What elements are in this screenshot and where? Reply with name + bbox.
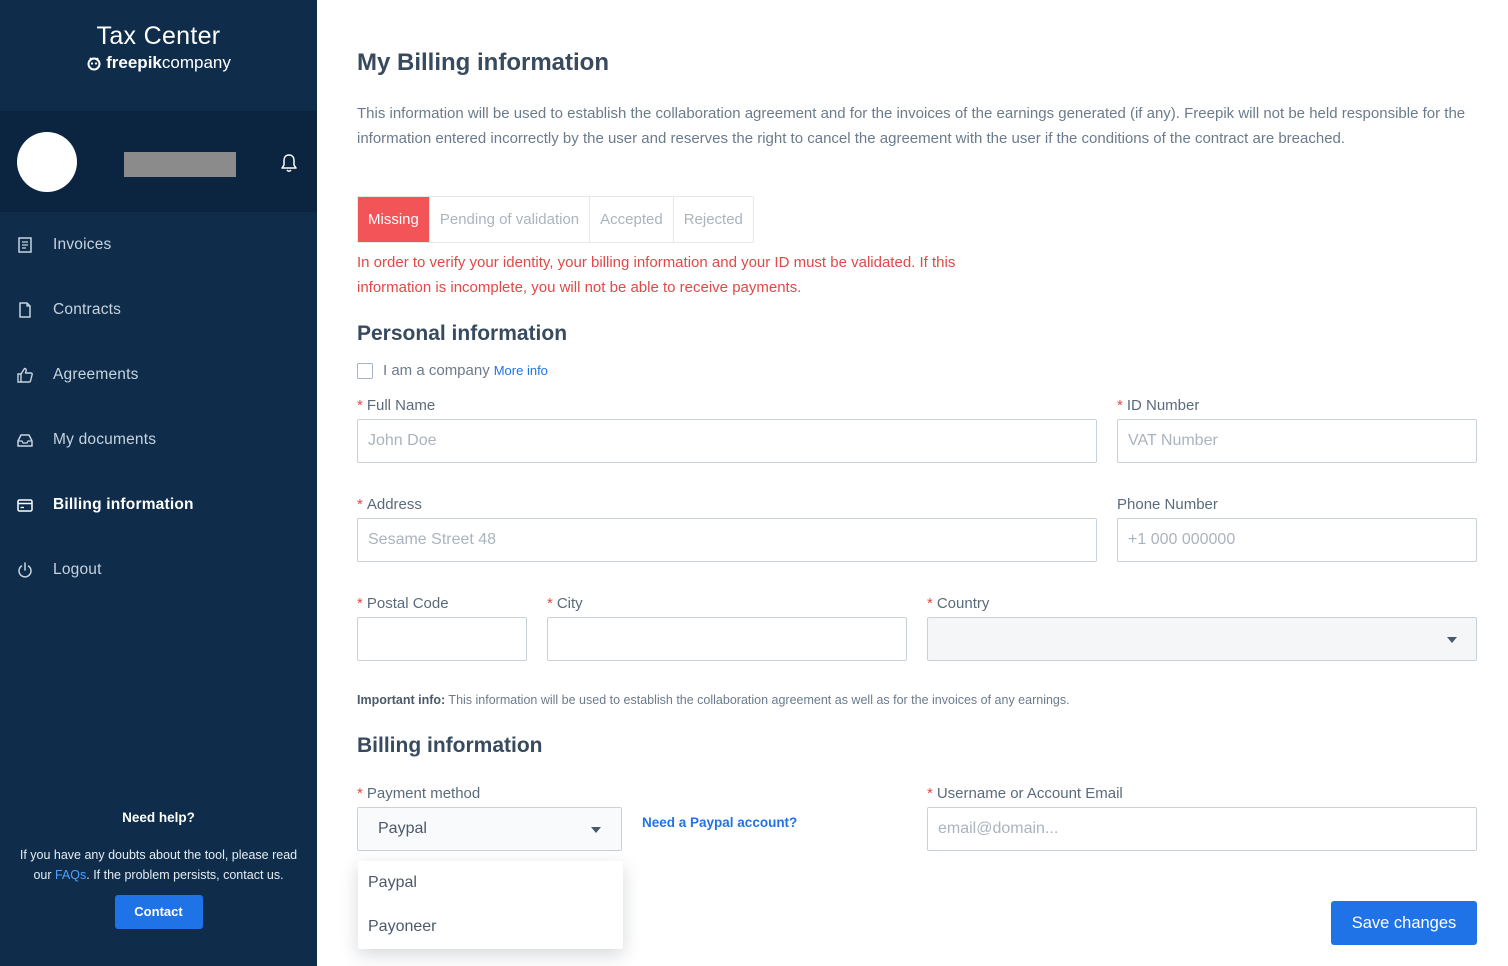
important-info-text: This information will be used to establi… <box>445 693 1070 707</box>
required-asterisk: * <box>547 595 553 612</box>
payment-method-select[interactable]: Paypal <box>357 807 622 851</box>
sidebar-item-label: Billing information <box>53 495 194 513</box>
page-title: My Billing information <box>357 49 609 76</box>
brand: Tax Center freepik company <box>0 22 317 73</box>
id-number-input[interactable] <box>1117 419 1477 463</box>
phone-label: Phone Number <box>1117 496 1218 513</box>
postal-code-label: * Postal Code <box>357 595 449 612</box>
id-number-label-text: ID Number <box>1126 397 1200 414</box>
address-input[interactable] <box>357 518 1097 562</box>
sidebar-item-label: Logout <box>53 560 102 578</box>
sidebar-item-label: Agreements <box>53 365 139 383</box>
phone-input[interactable] <box>1117 518 1477 562</box>
sidebar-item-label: Invoices <box>53 235 112 253</box>
status-tab-accepted: Accepted <box>590 197 674 242</box>
address-label-text: Address <box>366 496 422 513</box>
billing-info-title: Billing information <box>357 734 543 757</box>
save-changes-button[interactable]: Save changes <box>1331 901 1477 945</box>
user-panel <box>0 111 317 212</box>
country-label-text: Country <box>936 595 990 612</box>
status-tab-pending: Pending of validation <box>430 197 591 242</box>
sidebar-item-invoices[interactable]: Invoices <box>0 212 317 277</box>
need-paypal-link[interactable]: Need a Paypal account? <box>642 815 797 830</box>
required-asterisk: * <box>357 496 363 513</box>
required-asterisk: * <box>357 397 363 414</box>
bell-icon[interactable] <box>279 152 299 174</box>
postal-code-label-text: Postal Code <box>366 595 449 612</box>
brand-subtitle: freepik company <box>0 53 317 73</box>
required-asterisk: * <box>357 785 363 802</box>
company-row: I am a company More info <box>357 362 548 379</box>
more-info-link[interactable]: More info <box>494 363 548 378</box>
postal-code-input[interactable] <box>357 617 527 661</box>
required-asterisk: * <box>1117 397 1123 414</box>
payment-method-label-text: Payment method <box>366 785 481 802</box>
sidebar-item-label: Contracts <box>53 300 122 318</box>
sidebar-item-billing-information[interactable]: Billing information <box>0 472 317 537</box>
account-label-text: Username or Account Email <box>936 785 1123 802</box>
avatar[interactable] <box>17 132 77 192</box>
sidebar-item-contracts[interactable]: Contracts <box>0 277 317 342</box>
payment-method-value: Paypal <box>378 820 427 837</box>
company-label: I am a company <box>383 362 490 379</box>
help-title: Need help? <box>122 810 195 825</box>
contact-button[interactable]: Contact <box>114 895 203 929</box>
brand-title: Tax Center <box>96 22 221 50</box>
sidebar-nav: Invoices Contracts Agreements My documen… <box>0 212 317 602</box>
sidebar-item-label: My documents <box>53 430 157 448</box>
country-label: * Country <box>927 595 989 612</box>
personal-info-title: Personal information <box>357 322 568 345</box>
sidebar-item-logout[interactable]: Logout <box>0 537 317 602</box>
brand-sub-rest: company <box>161 53 231 72</box>
important-info: Important info: This information will be… <box>357 693 1070 707</box>
city-input[interactable] <box>547 617 907 661</box>
status-tab-missing: Missing <box>358 197 430 242</box>
brand-sub-strong: freepik <box>106 53 162 72</box>
payment-method-dropdown: Paypal Payoneer <box>358 861 623 949</box>
sidebar-item-my-documents[interactable]: My documents <box>0 407 317 472</box>
chevron-down-icon <box>1447 637 1457 643</box>
full-name-label-text: Full Name <box>366 397 436 414</box>
document-icon <box>16 301 34 319</box>
power-icon <box>16 561 34 579</box>
account-email-input[interactable] <box>927 807 1477 851</box>
status-tabs: Missing Pending of validation Accepted R… <box>357 196 754 243</box>
faq-link[interactable]: FAQs <box>55 868 86 882</box>
full-name-label: * Full Name <box>357 397 435 414</box>
required-asterisk: * <box>927 785 933 802</box>
thumbs-up-icon <box>16 366 34 384</box>
company-checkbox[interactable] <box>357 362 373 379</box>
city-label-text: City <box>556 595 583 612</box>
inbox-icon <box>16 431 34 449</box>
city-label: * City <box>547 595 583 612</box>
user-name-redacted <box>124 152 236 177</box>
important-info-bold: Important info: <box>357 693 446 707</box>
sidebar: Tax Center freepik company Invoices Cont… <box>0 0 317 966</box>
required-asterisk: * <box>357 595 363 612</box>
payment-method-label: * Payment method <box>357 785 480 802</box>
id-number-label: * ID Number <box>1117 397 1199 414</box>
freepik-logo-icon <box>87 57 101 71</box>
help-text: If you have any doubts about the tool, p… <box>19 845 299 885</box>
dropdown-option-payoneer[interactable]: Payoneer <box>358 905 623 949</box>
account-label: * Username or Account Email <box>927 785 1123 802</box>
card-icon <box>16 496 34 514</box>
required-asterisk: * <box>927 595 933 612</box>
full-name-input[interactable] <box>357 419 1097 463</box>
chevron-down-icon <box>591 827 601 833</box>
address-label: * Address <box>357 496 422 513</box>
help-panel: Need help? If you have any doubts about … <box>0 810 317 929</box>
country-select[interactable] <box>927 617 1477 661</box>
status-tab-rejected: Rejected <box>683 211 743 228</box>
receipt-icon <box>16 236 34 254</box>
sidebar-item-agreements[interactable]: Agreements <box>0 342 317 407</box>
help-text-after: . If the problem persists, contact us. <box>86 868 284 882</box>
intro-text: This information will be used to establi… <box>357 105 1466 147</box>
dropdown-option-paypal[interactable]: Paypal <box>358 861 623 905</box>
validation-warning: In order to verify your identity, your b… <box>357 254 956 296</box>
